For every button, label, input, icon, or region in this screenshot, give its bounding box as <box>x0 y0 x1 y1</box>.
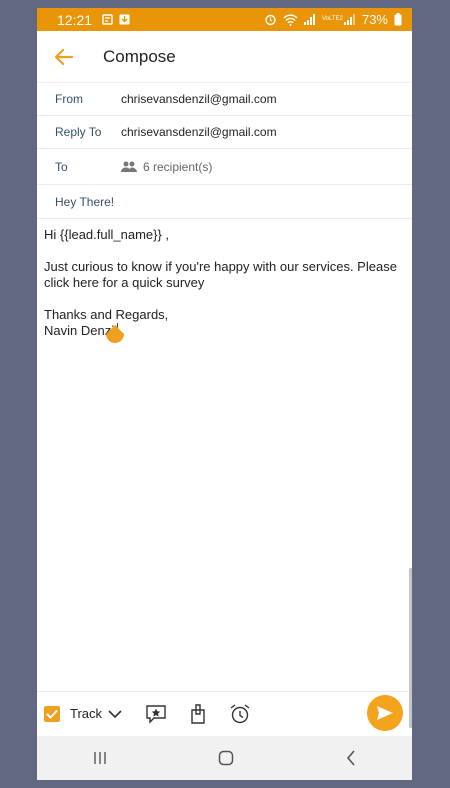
track-label[interactable]: Track <box>70 706 102 721</box>
from-row[interactable]: From chrisevansdenzil@gmail.com <box>37 83 412 116</box>
recent-apps-icon[interactable] <box>93 751 107 765</box>
track-checkbox[interactable] <box>44 705 60 722</box>
battery-percent: 73% <box>361 12 388 27</box>
compose-toolbar: Track <box>37 691 412 735</box>
people-icon <box>121 161 137 172</box>
alarm-status-icon <box>265 14 276 26</box>
send-icon <box>377 706 393 720</box>
reply-to-label: Reply To <box>55 125 102 139</box>
send-button[interactable] <box>367 695 403 731</box>
to-row[interactable]: To 6 recipient(s) <box>37 149 412 185</box>
reply-to-value[interactable]: chrisevansdenzil@gmail.com <box>121 125 277 139</box>
body-signoff: Thanks and Regards, <box>44 307 169 322</box>
alarm-icon[interactable] <box>228 702 252 726</box>
cursor-handle-icon[interactable] <box>105 325 125 347</box>
network-label: VoLTE2 <box>321 16 343 22</box>
from-value[interactable]: chrisevansdenzil@gmail.com <box>121 92 277 106</box>
battery-icon <box>394 13 402 26</box>
subject-field[interactable]: Hey There! <box>37 185 412 219</box>
status-time: 12:21 <box>57 11 93 28</box>
from-label: From <box>55 92 83 106</box>
recipients-count: 6 recipient(s) <box>143 159 213 174</box>
reply-to-row[interactable]: Reply To chrisevansdenzil@gmail.com <box>37 116 412 149</box>
email-body-editor[interactable]: Hi {{lead.full_name}} , Just curious to … <box>37 219 412 699</box>
phone-screen: 12:21 VoLTE2 73% Compose From chrisevans… <box>37 8 412 780</box>
download-icon <box>119 14 130 25</box>
rating-icon[interactable] <box>144 702 168 726</box>
scrollbar[interactable] <box>409 568 412 728</box>
chevron-down-icon[interactable] <box>108 709 122 719</box>
system-nav-bar <box>37 736 412 780</box>
wifi-icon <box>283 14 298 26</box>
signal-icon <box>303 14 315 25</box>
to-label: To <box>55 159 68 174</box>
recipients-field[interactable]: 6 recipient(s) <box>121 160 212 174</box>
notification-icon <box>102 14 113 25</box>
signal-2-icon <box>343 14 355 25</box>
home-icon[interactable] <box>218 750 234 766</box>
back-arrow-icon[interactable] <box>53 46 75 68</box>
body-message: Just curious to know if you're happy wit… <box>44 259 397 290</box>
status-bar: 12:21 VoLTE2 73% <box>37 8 412 31</box>
page-title: Compose <box>103 46 176 66</box>
attachment-icon[interactable] <box>186 702 210 726</box>
checkmark-icon <box>46 709 58 719</box>
body-greeting: Hi {{lead.full_name}} , <box>44 227 170 242</box>
back-nav-icon[interactable] <box>346 750 356 766</box>
app-bar: Compose <box>37 31 412 83</box>
